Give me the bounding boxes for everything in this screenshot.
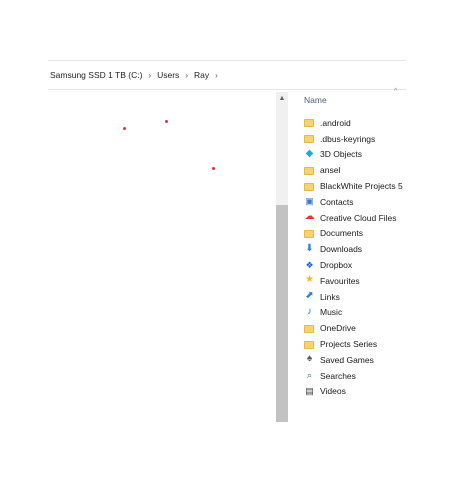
list-item-label: 3D Objects [320, 149, 363, 160]
contacts-icon: ▣ [305, 196, 314, 207]
scroll-thumb[interactable] [276, 205, 288, 422]
list-item-label: Downloads [320, 244, 363, 255]
3d-objects-icon: ◆ [305, 147, 314, 159]
folder-icon [304, 133, 315, 144]
folder-icon [304, 228, 315, 239]
list-item[interactable]: ▤ Videos [304, 384, 408, 400]
list-item-label: Creative Cloud Files [320, 212, 397, 223]
folder-icon [304, 323, 315, 334]
list-item[interactable]: .android [304, 115, 408, 131]
list-item[interactable]: ▣ Contacts [304, 194, 408, 210]
list-item-label: Saved Games [320, 354, 374, 365]
vertical-scrollbar[interactable]: ▲ [276, 92, 288, 422]
list-item[interactable]: Documents [304, 226, 408, 242]
film-icon: ▤ [305, 385, 314, 396]
list-item-label: Music [320, 307, 343, 318]
red-dot-marker [212, 167, 215, 170]
list-item[interactable]: Projects Series [304, 336, 408, 352]
list-item[interactable]: ☁ Creative Cloud Files [304, 210, 408, 226]
chevron-right-icon[interactable]: › [215, 71, 218, 80]
list-item[interactable]: ansel [304, 162, 408, 178]
breadcrumb: Samsung SSD 1 TB (C:) › Users › Ray › [49, 67, 223, 83]
chevron-right-icon[interactable]: › [185, 71, 188, 80]
list-item[interactable]: ◆ 3D Objects [304, 147, 408, 163]
list-item[interactable]: ❖ Dropbox [304, 257, 408, 273]
folder-icon [304, 339, 315, 350]
breadcrumb-users[interactable]: Users [156, 70, 180, 80]
saved-games-icon: ♠ [306, 353, 313, 365]
download-arrow-icon: ⬇ [305, 242, 314, 254]
list-item-label: Links [320, 291, 340, 302]
chevron-right-icon[interactable]: › [148, 71, 151, 80]
sort-ascending-icon[interactable]: ^ [394, 88, 397, 95]
list-item-label: ansel [320, 165, 341, 176]
file-list: .android .dbus-keyrings ◆ 3D Objects ansel Bl… [304, 115, 408, 399]
list-item[interactable]: ⬈ Links [304, 289, 408, 305]
list-item-label: .android [320, 117, 351, 128]
list-item-label: Contacts [320, 196, 354, 207]
star-icon: ★ [305, 274, 314, 286]
list-item[interactable]: ⌕ Searches [304, 368, 408, 384]
list-item[interactable]: ★ Favourites [304, 273, 408, 289]
breadcrumb-ray[interactable]: Ray [193, 70, 210, 80]
list-item-label: Dropbox [320, 260, 353, 271]
list-item[interactable]: OneDrive [304, 320, 408, 336]
bottom-divider [48, 89, 406, 90]
folder-icon [304, 181, 315, 192]
list-item[interactable]: ♪ Music [304, 305, 408, 321]
list-item[interactable]: ⬇ Downloads [304, 241, 408, 257]
list-item-label: BlackWhite Projects 5 [320, 181, 403, 192]
list-item-label: OneDrive [320, 323, 356, 334]
list-item-label: Searches [320, 370, 356, 381]
red-dot-marker [165, 120, 168, 123]
creative-cloud-icon: ☁ [304, 211, 315, 223]
list-item[interactable]: .dbus-keyrings [304, 131, 408, 147]
folder-icon [304, 165, 315, 176]
list-item-label: Projects Series [320, 339, 378, 350]
folder-icon [304, 117, 315, 128]
list-item[interactable]: ♠ Saved Games [304, 352, 408, 368]
list-item-label: .dbus-keyrings [320, 133, 376, 144]
magnifier-icon: ⌕ [306, 370, 313, 381]
music-note-icon: ♪ [307, 305, 312, 317]
list-item-label: Documents [320, 228, 363, 239]
dropbox-icon: ❖ [305, 259, 314, 270]
breadcrumb-drive[interactable]: Samsung SSD 1 TB (C:) [49, 70, 143, 80]
column-header-name[interactable]: Name [304, 95, 327, 105]
red-dot-marker [123, 127, 126, 130]
top-divider [48, 60, 406, 61]
list-item-label: Favourites [320, 275, 360, 286]
scroll-up-arrow-icon[interactable]: ▲ [276, 92, 288, 106]
list-item[interactable]: BlackWhite Projects 5 [304, 178, 408, 194]
list-item-label: Videos [320, 386, 346, 397]
link-arrow-icon: ⬈ [305, 290, 314, 302]
